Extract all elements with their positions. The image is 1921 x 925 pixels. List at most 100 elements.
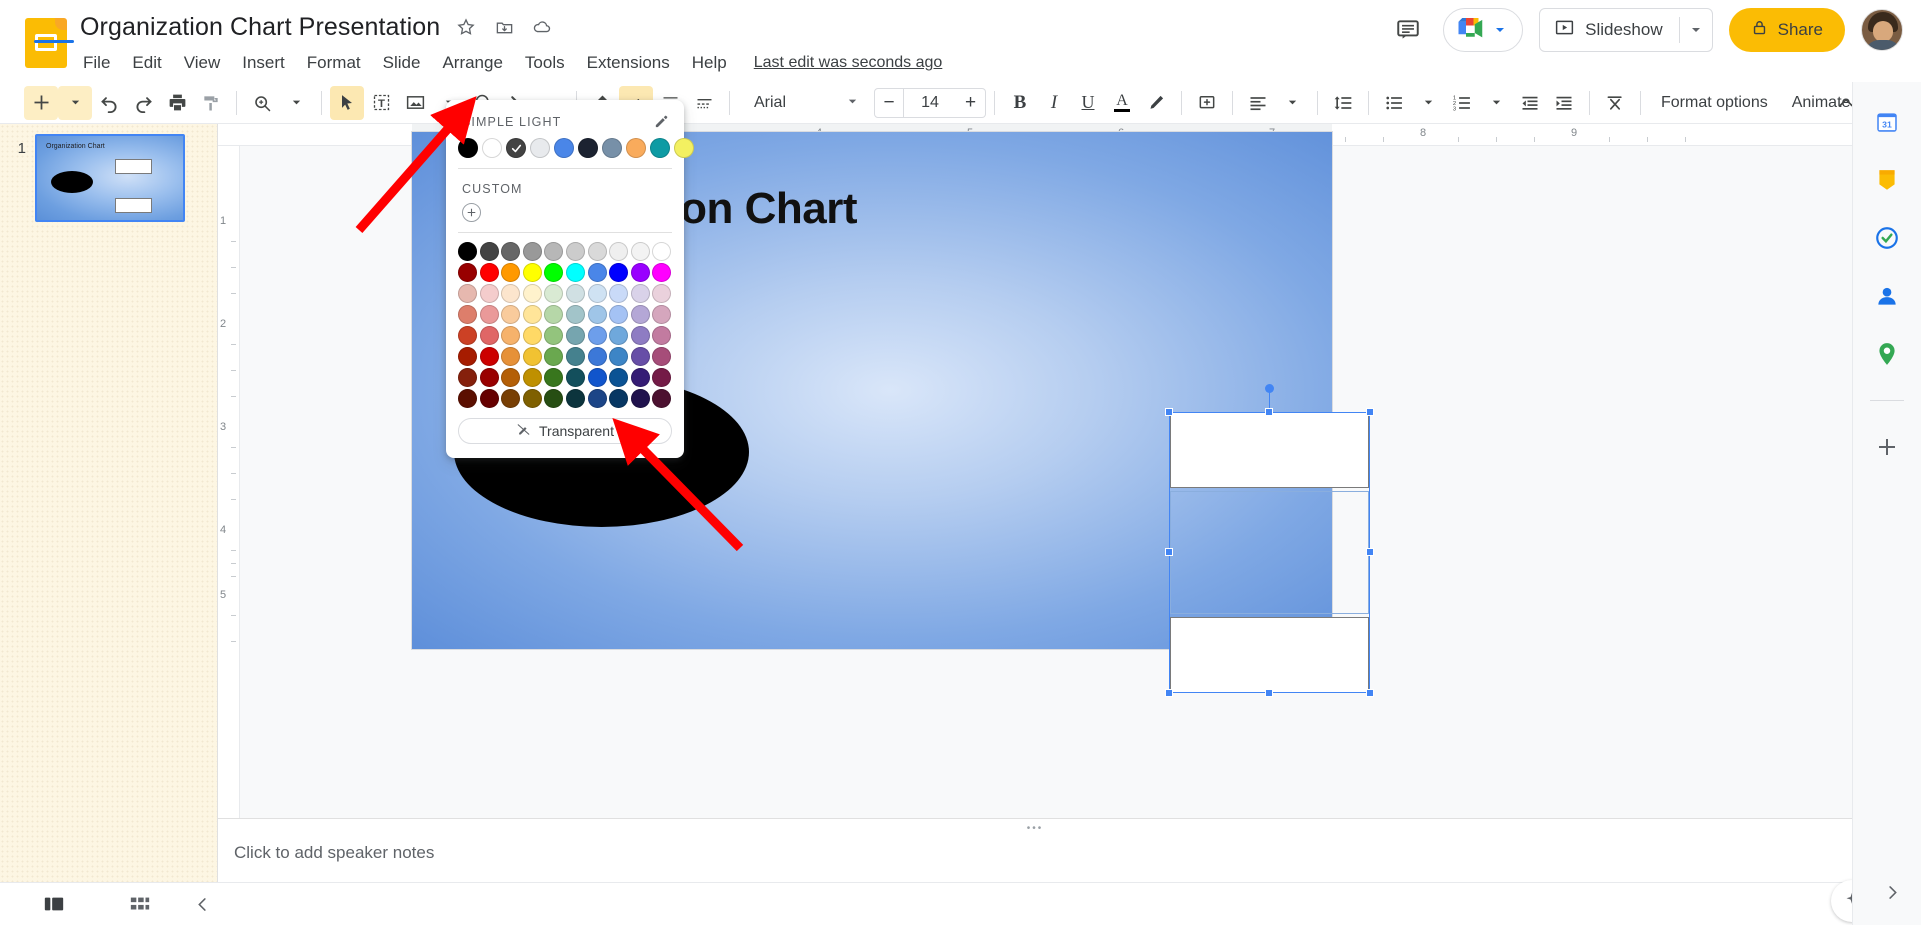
theme-swatch-8[interactable] bbox=[650, 138, 670, 158]
filmstrip-view-icon[interactable] bbox=[34, 888, 74, 920]
keep-icon[interactable] bbox=[1871, 164, 1903, 196]
menu-item-arrange[interactable]: Arrange bbox=[431, 50, 513, 76]
palette-swatch-6-5[interactable] bbox=[566, 368, 585, 387]
palette-swatch-3-0[interactable] bbox=[458, 305, 477, 324]
google-meet-button[interactable] bbox=[1443, 8, 1524, 52]
resize-handle-nw[interactable] bbox=[1165, 408, 1173, 416]
new-slide-button[interactable] bbox=[24, 85, 58, 120]
palette-swatch-5-7[interactable] bbox=[609, 347, 629, 366]
theme-swatch-9[interactable] bbox=[674, 138, 694, 158]
palette-swatch-7-5[interactable] bbox=[566, 389, 585, 408]
palette-swatch-7-6[interactable] bbox=[587, 389, 607, 408]
menu-item-view[interactable]: View bbox=[173, 50, 232, 76]
palette-swatch-1-3[interactable] bbox=[522, 263, 542, 282]
speaker-notes-pane[interactable]: ••• Click to add speaker notes bbox=[218, 818, 1852, 882]
insert-comment-icon[interactable] bbox=[1190, 86, 1224, 120]
select-tool-button[interactable] bbox=[330, 85, 364, 120]
palette-swatch-2-0[interactable] bbox=[458, 284, 477, 303]
contacts-icon[interactable] bbox=[1871, 280, 1903, 312]
palette-swatch-0-9[interactable] bbox=[652, 242, 672, 261]
comment-icon[interactable] bbox=[1389, 11, 1427, 49]
menu-item-format[interactable]: Format bbox=[296, 50, 372, 76]
palette-swatch-1-8[interactable] bbox=[630, 263, 650, 282]
theme-swatch-3[interactable] bbox=[530, 138, 550, 158]
resize-handle-se[interactable] bbox=[1366, 689, 1374, 697]
align-dropdown[interactable] bbox=[1275, 86, 1309, 120]
palette-swatch-7-4[interactable] bbox=[544, 389, 564, 408]
palette-swatch-0-7[interactable] bbox=[609, 242, 629, 261]
maps-icon[interactable] bbox=[1871, 338, 1903, 370]
palette-swatch-0-3[interactable] bbox=[522, 242, 542, 261]
menu-item-slide[interactable]: Slide bbox=[372, 50, 432, 76]
palette-swatch-1-6[interactable] bbox=[587, 263, 607, 282]
border-color-picker-popup[interactable]: SIMPLE LIGHT CUSTOM Transparent bbox=[446, 100, 694, 458]
border-dash-button[interactable] bbox=[687, 86, 721, 120]
font-size-input[interactable]: 14 bbox=[904, 87, 956, 118]
theme-swatch-6[interactable] bbox=[602, 138, 622, 158]
chevron-down-icon[interactable] bbox=[1492, 22, 1508, 38]
underline-button[interactable]: U bbox=[1071, 86, 1105, 120]
theme-swatch-7[interactable] bbox=[626, 138, 646, 158]
slide-filmstrip[interactable]: 1 Organization Chart bbox=[0, 124, 218, 882]
palette-swatch-5-3[interactable] bbox=[522, 347, 542, 366]
palette-swatch-1-1[interactable] bbox=[479, 263, 499, 282]
tasks-icon[interactable] bbox=[1871, 222, 1903, 254]
palette-swatch-2-4[interactable] bbox=[544, 284, 564, 303]
transparent-button[interactable]: Transparent bbox=[458, 418, 672, 444]
palette-swatch-7-1[interactable] bbox=[479, 389, 499, 408]
palette-swatch-0-4[interactable] bbox=[544, 242, 564, 261]
slide-thumbnail[interactable]: Organization Chart bbox=[35, 134, 185, 222]
menu-item-help[interactable]: Help bbox=[681, 50, 738, 76]
paint-format-button[interactable] bbox=[194, 86, 228, 120]
menu-item-tools[interactable]: Tools bbox=[514, 50, 576, 76]
palette-swatch-4-6[interactable] bbox=[587, 326, 607, 345]
palette-swatch-5-4[interactable] bbox=[544, 347, 564, 366]
palette-swatch-3-9[interactable] bbox=[652, 305, 672, 324]
share-button[interactable]: Share bbox=[1728, 8, 1845, 52]
move-to-folder-icon[interactable] bbox=[492, 15, 516, 39]
palette-swatch-6-0[interactable] bbox=[458, 368, 477, 387]
palette-swatch-5-6[interactable] bbox=[587, 347, 607, 366]
standard-color-grid[interactable] bbox=[446, 233, 684, 410]
palette-swatch-4-4[interactable] bbox=[544, 326, 564, 345]
menu-item-insert[interactable]: Insert bbox=[231, 50, 296, 76]
resize-handle-w[interactable] bbox=[1165, 548, 1173, 556]
resize-handle-ne[interactable] bbox=[1366, 408, 1374, 416]
palette-swatch-2-2[interactable] bbox=[501, 284, 521, 303]
palette-swatch-7-2[interactable] bbox=[501, 389, 521, 408]
calendar-icon[interactable]: 31 bbox=[1871, 106, 1903, 138]
clear-formatting-icon[interactable] bbox=[1598, 86, 1632, 120]
last-edit-status[interactable]: Last edit was seconds ago bbox=[754, 54, 943, 72]
theme-color-swatches[interactable] bbox=[446, 136, 694, 168]
highlight-pen-icon[interactable] bbox=[1139, 86, 1173, 120]
collapse-filmstrip-button[interactable] bbox=[182, 888, 222, 920]
palette-swatch-4-9[interactable] bbox=[652, 326, 672, 345]
theme-swatch-2[interactable] bbox=[506, 138, 526, 158]
textbox-button[interactable]: T bbox=[364, 86, 398, 120]
palette-swatch-3-6[interactable] bbox=[587, 305, 607, 324]
palette-swatch-7-9[interactable] bbox=[652, 389, 672, 408]
avatar[interactable] bbox=[1861, 9, 1903, 51]
star-icon[interactable] bbox=[454, 15, 478, 39]
redo-button[interactable] bbox=[126, 86, 160, 120]
palette-swatch-6-4[interactable] bbox=[544, 368, 564, 387]
palette-swatch-4-2[interactable] bbox=[501, 326, 521, 345]
numbered-list-dropdown[interactable] bbox=[1479, 86, 1513, 120]
palette-swatch-6-6[interactable] bbox=[587, 368, 607, 387]
rotate-handle[interactable] bbox=[1265, 384, 1274, 393]
insert-image-button[interactable] bbox=[398, 86, 432, 120]
speaker-notes-input[interactable]: Click to add speaker notes bbox=[234, 843, 434, 863]
font-family-select[interactable]: Arial bbox=[744, 88, 864, 118]
palette-swatch-2-7[interactable] bbox=[609, 284, 629, 303]
bulleted-list-icon[interactable] bbox=[1377, 86, 1411, 120]
palette-swatch-7-7[interactable] bbox=[609, 389, 629, 408]
palette-swatch-1-4[interactable] bbox=[544, 263, 564, 282]
notes-resize-grip[interactable]: ••• bbox=[1027, 823, 1044, 834]
resize-handle-s[interactable] bbox=[1265, 689, 1273, 697]
palette-swatch-2-6[interactable] bbox=[587, 284, 607, 303]
slideshow-dropdown-caret[interactable] bbox=[1680, 24, 1712, 36]
palette-swatch-6-9[interactable] bbox=[652, 368, 672, 387]
palette-swatch-7-8[interactable] bbox=[630, 389, 650, 408]
palette-swatch-4-8[interactable] bbox=[630, 326, 650, 345]
menu-item-file[interactable]: File bbox=[80, 50, 121, 76]
